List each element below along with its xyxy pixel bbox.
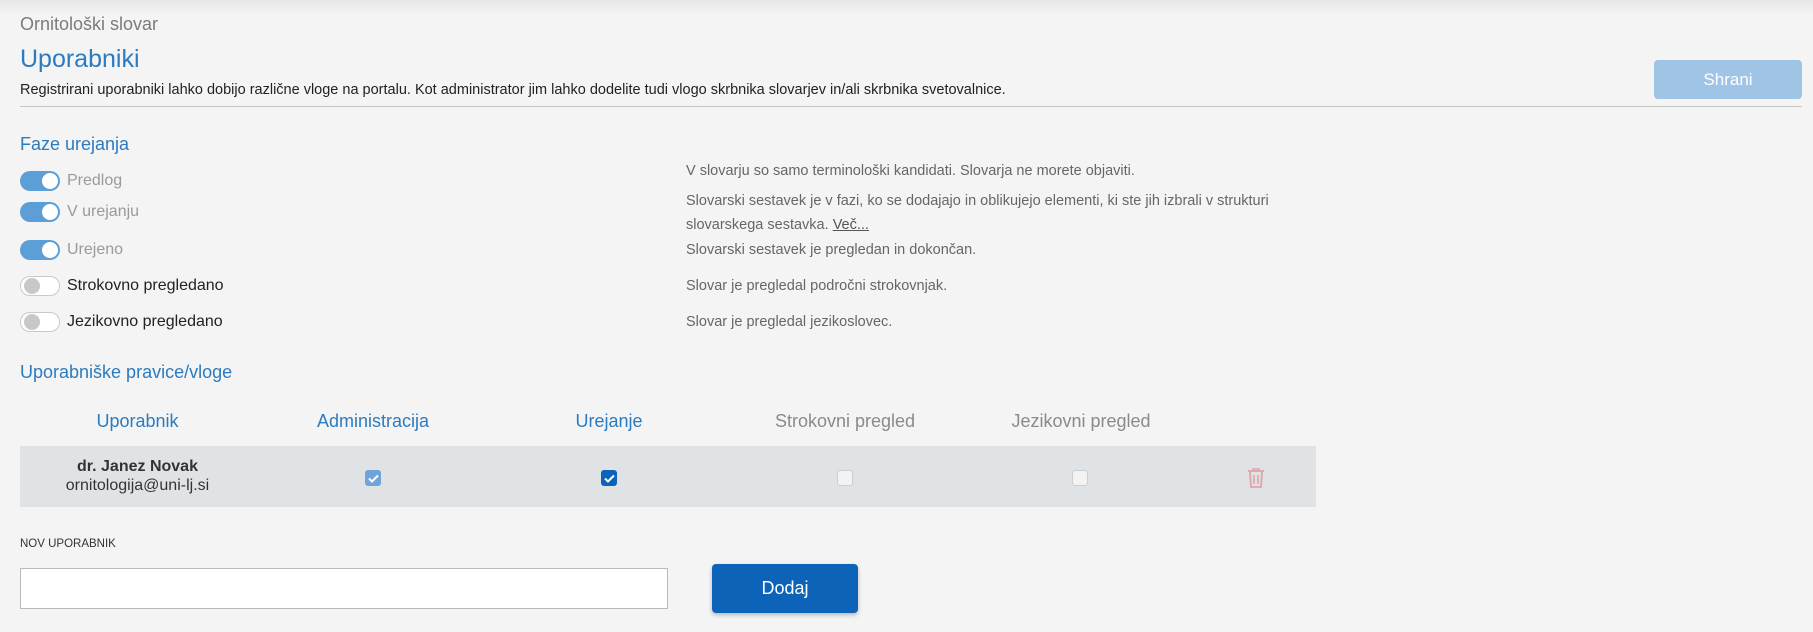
phase-label: Strokovno pregledano: [67, 277, 224, 294]
checkbox-jezikovni-pregled[interactable]: [1072, 470, 1088, 486]
phase-description: Slovar je pregledal jezikoslovec.: [686, 314, 893, 330]
column-header-uporabnik: Uporabnik: [96, 411, 179, 431]
column-header-jezikovni-pregled: Jezikovni pregled: [1011, 411, 1151, 431]
new-user-input[interactable]: [20, 568, 668, 609]
toggle-knob: [42, 242, 58, 258]
phase-description: Slovar je pregledal področni strokovnjak…: [686, 278, 948, 294]
phase-row-urejeno: Urejeno: [20, 239, 123, 261]
phase-row-predlog: Predlog: [20, 170, 122, 192]
delete-user-button[interactable]: [1246, 467, 1266, 489]
checkbox-strokovni-pregled[interactable]: [837, 470, 853, 486]
phase-row-v-urejanju: V urejanju: [20, 201, 139, 223]
checkbox-administracija[interactable]: [365, 470, 381, 486]
page-description: Registrirani uporabniki lahko dobijo raz…: [20, 82, 1006, 98]
page-title: Uporabniki: [20, 45, 140, 73]
add-user-button[interactable]: Dodaj: [712, 564, 858, 613]
checkbox-urejanje[interactable]: [601, 470, 617, 486]
user-email: ornitologija@uni-lj.si: [65, 477, 210, 494]
phase-row-strokovno-pregledano: Strokovno pregledano: [20, 275, 224, 297]
column-header-administracija: Administracija: [316, 411, 430, 431]
top-shadow: [0, 0, 1813, 14]
phase-toggle[interactable]: [20, 171, 60, 191]
breadcrumb[interactable]: Ornitološki slovar: [20, 14, 158, 35]
phase-description: Slovarski sestavek je v fazi, ko se doda…: [686, 189, 1336, 237]
phase-toggle[interactable]: [20, 202, 60, 222]
phase-label: Predlog: [67, 172, 123, 189]
save-button[interactable]: Shrani: [1654, 60, 1802, 99]
check-icon: [603, 474, 615, 483]
phase-toggle[interactable]: [20, 240, 60, 260]
column-header-strokovni-pregled: Strokovni pregled: [774, 411, 916, 431]
toggle-knob: [42, 204, 58, 220]
phases-section-title: Faze urejanja: [20, 134, 130, 154]
phase-toggle[interactable]: [20, 312, 60, 332]
roles-section-title: Uporabniške pravice/vloge: [20, 362, 233, 382]
toggle-knob: [42, 173, 58, 189]
toggle-knob: [24, 314, 40, 330]
phase-row-jezikovno-pregledano: Jezikovno pregledano: [20, 311, 223, 333]
divider: [20, 106, 1802, 107]
trash-icon: [1248, 468, 1264, 488]
phase-toggle[interactable]: [20, 276, 60, 296]
check-icon: [367, 474, 379, 483]
phase-label: V urejanju: [67, 203, 140, 220]
toggle-knob: [24, 278, 40, 294]
phase-description: V slovarju so samo terminološki kandidat…: [686, 163, 1135, 179]
more-link[interactable]: Več...: [833, 217, 869, 233]
user-name: dr. Janez Novak: [77, 458, 198, 475]
phase-label: Urejeno: [67, 241, 124, 258]
phase-description: Slovarski sestavek je pregledan in dokon…: [686, 242, 977, 258]
column-header-urejanje: Urejanje: [575, 411, 643, 431]
new-user-label: NOV UPORABNIK: [20, 538, 116, 550]
phase-label: Jezikovno pregledano: [67, 313, 223, 330]
phase-description-text: Slovarski sestavek je v fazi, ko se doda…: [686, 193, 1269, 233]
